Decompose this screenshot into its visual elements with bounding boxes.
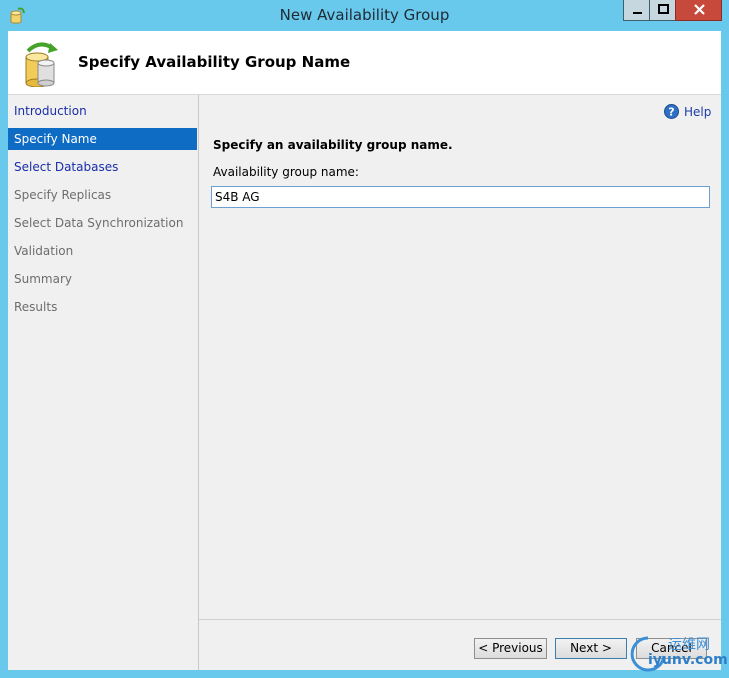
wizard-header: Specify Availability Group Name <box>8 31 721 95</box>
nav-item-validation: Validation <box>14 244 74 258</box>
watermark-line1: 运维网 <box>668 637 710 653</box>
next-button[interactable]: Next > <box>555 638 627 659</box>
nav-item-summary: Summary <box>14 272 72 286</box>
nav-item-specify-name[interactable]: Specify Name <box>8 128 197 150</box>
database-sync-icon <box>25 42 58 87</box>
help-label: Help <box>684 105 712 119</box>
nav-item-results: Results <box>14 300 58 314</box>
wizard-nav: Introduction Specify Name Select Databas… <box>8 95 199 670</box>
watermark-line2: iyunv.com <box>648 652 728 668</box>
page-title: Specify Availability Group Name <box>78 53 351 71</box>
maximize-icon <box>658 4 669 14</box>
watermark: 运维网 iyunv.com <box>628 634 728 674</box>
minimize-icon <box>633 12 642 14</box>
minimize-button[interactable] <box>623 0 650 21</box>
nav-item-select-databases[interactable]: Select Databases <box>8 156 197 178</box>
previous-button[interactable]: < Previous <box>474 638 547 659</box>
nav-item-introduction[interactable]: Introduction <box>8 100 197 122</box>
svg-text:?: ? <box>668 106 674 119</box>
close-button[interactable] <box>675 0 722 21</box>
window-title: New Availability Group <box>279 6 450 24</box>
nav-item-select-data-sync: Select Data Synchronization <box>14 216 184 230</box>
wizard-client-area: Specify Availability Group Name Introduc… <box>8 31 721 670</box>
close-icon <box>694 4 705 15</box>
nav-item-specify-replicas: Specify Replicas <box>14 188 112 202</box>
wizard-window: New Availability Group Specify Availabil… <box>0 0 729 678</box>
maximize-button[interactable] <box>649 0 676 21</box>
footer-divider <box>199 619 721 620</box>
instruction-text: Specify an availability group name. <box>213 138 453 152</box>
title-bar[interactable]: New Availability Group <box>0 0 729 31</box>
wizard-main-panel: ? Help Specify an availability group nam… <box>199 95 721 670</box>
group-name-label: Availability group name: <box>213 165 359 179</box>
group-name-input[interactable] <box>211 186 710 208</box>
help-icon: ? <box>664 104 679 119</box>
